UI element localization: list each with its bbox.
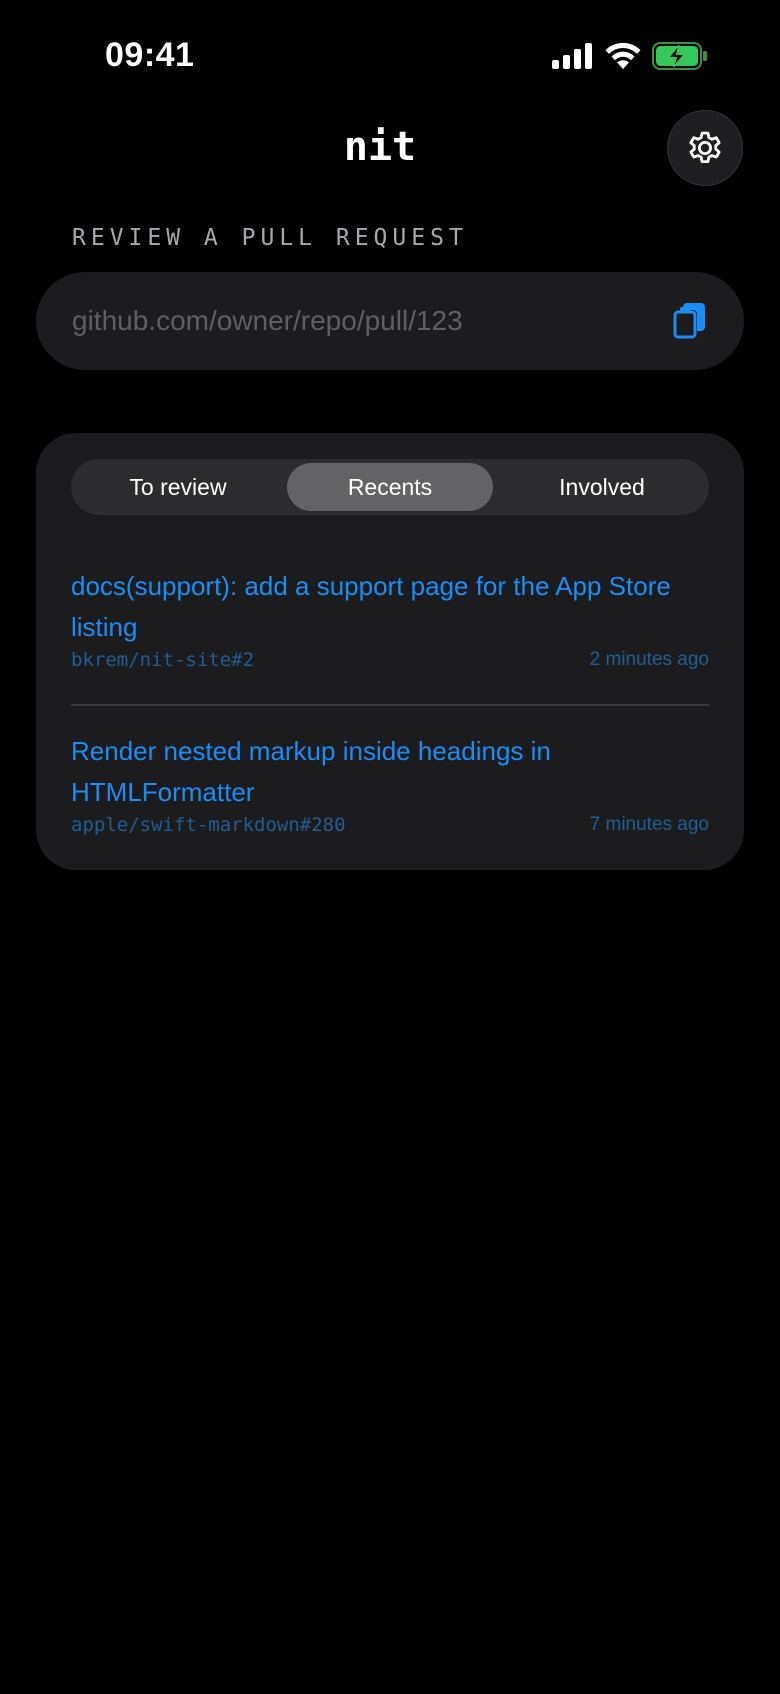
pr-url-input[interactable] <box>72 272 632 370</box>
paste-button[interactable] <box>666 298 712 344</box>
pr-repo: apple/swift-markdown#280 <box>71 814 346 836</box>
status-bar: 09:41 <box>0 0 780 116</box>
cellular-signal-icon <box>552 43 592 69</box>
tab-involved[interactable]: Involved <box>499 459 705 515</box>
pull-request-item[interactable]: docs(support): add a support page for th… <box>71 566 709 678</box>
tab-to-review[interactable]: To review <box>75 459 281 515</box>
battery-charging-icon <box>652 42 707 70</box>
pr-title: docs(support): add a support page for th… <box>71 571 671 642</box>
section-label: REVIEW A PULL REQUEST <box>72 225 468 251</box>
divider <box>71 704 709 706</box>
pr-title: Render nested markup inside headings in … <box>71 736 551 807</box>
wifi-icon <box>605 42 641 69</box>
settings-button[interactable] <box>667 110 743 186</box>
pr-url-field <box>36 272 744 370</box>
status-time: 09:41 <box>105 36 195 74</box>
app-title: nit <box>343 124 417 170</box>
clipboard-paste-icon <box>673 303 705 339</box>
pr-time: 2 minutes ago <box>589 649 709 670</box>
pr-repo: bkrem/nit-site#2 <box>71 649 255 671</box>
tabs-segmented-control: To review Recents Involved <box>71 459 709 515</box>
gear-icon <box>689 131 721 164</box>
pull-request-item[interactable]: Render nested markup inside headings in … <box>71 731 709 843</box>
tab-recents[interactable]: Recents <box>287 463 493 511</box>
pr-time: 7 minutes ago <box>589 814 709 835</box>
pull-requests-card: To review Recents Involved docs(support)… <box>36 433 744 870</box>
